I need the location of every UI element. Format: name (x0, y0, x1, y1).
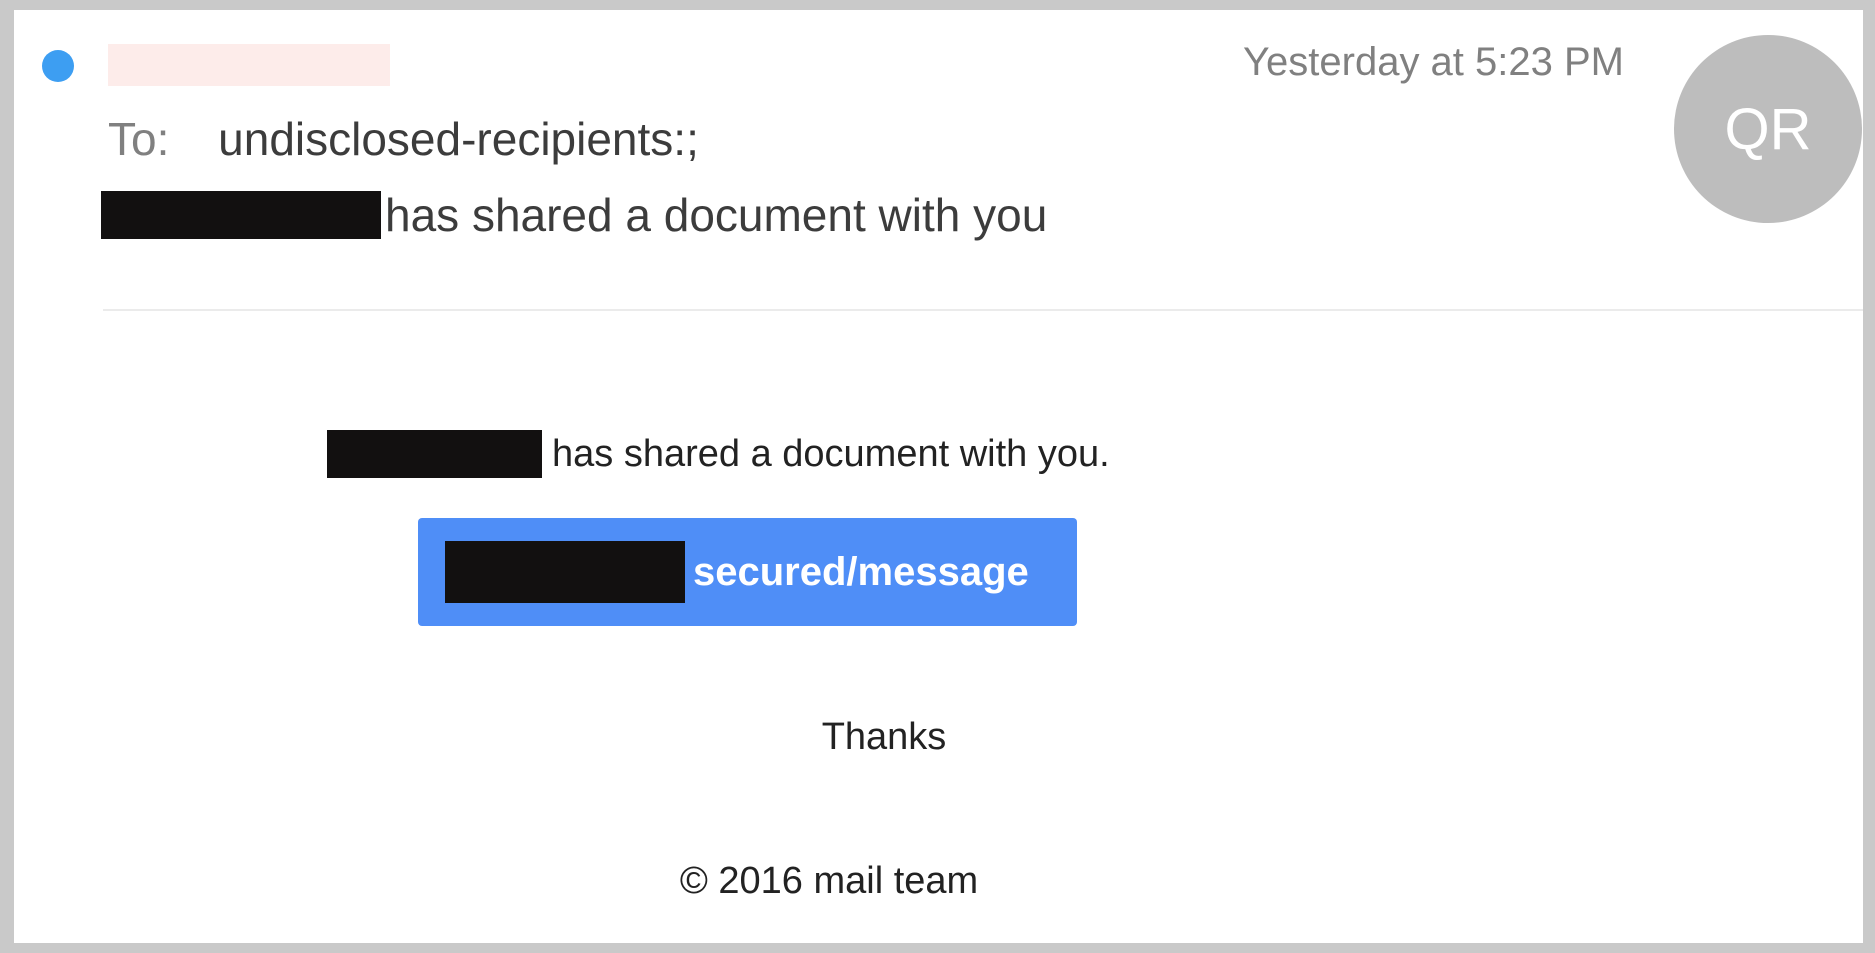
button-redaction-block (445, 541, 685, 603)
to-recipients: undisclosed-recipients:; (218, 113, 699, 165)
body-message-text: has shared a document with you. (552, 432, 1110, 475)
subject-text: has shared a document with you (385, 189, 1048, 241)
unread-indicator-icon (42, 50, 74, 82)
secured-message-button[interactable]: secured/message (418, 518, 1077, 626)
thanks-text: Thanks (821, 716, 947, 758)
sender-avatar: QR (1674, 35, 1862, 223)
email-message-view: Yesterday at 5:23 PM QR To: undisclosed-… (14, 10, 1863, 943)
subject-redaction-block (101, 191, 381, 239)
body-redaction-block (327, 430, 542, 478)
message-timestamp: Yesterday at 5:23 PM (1243, 40, 1624, 84)
avatar-initials: QR (1724, 96, 1812, 162)
sender-name-redacted (108, 44, 390, 86)
copyright-footer: © 2016 mail team (679, 860, 979, 902)
subject-line: has shared a document with you (101, 188, 1047, 242)
button-label: secured/message (693, 549, 1029, 594)
header-divider (103, 309, 1863, 311)
to-label: To: (108, 113, 170, 165)
body-message-line: has shared a document with you. (327, 430, 1110, 478)
recipient-row: To: undisclosed-recipients:; (108, 112, 699, 166)
